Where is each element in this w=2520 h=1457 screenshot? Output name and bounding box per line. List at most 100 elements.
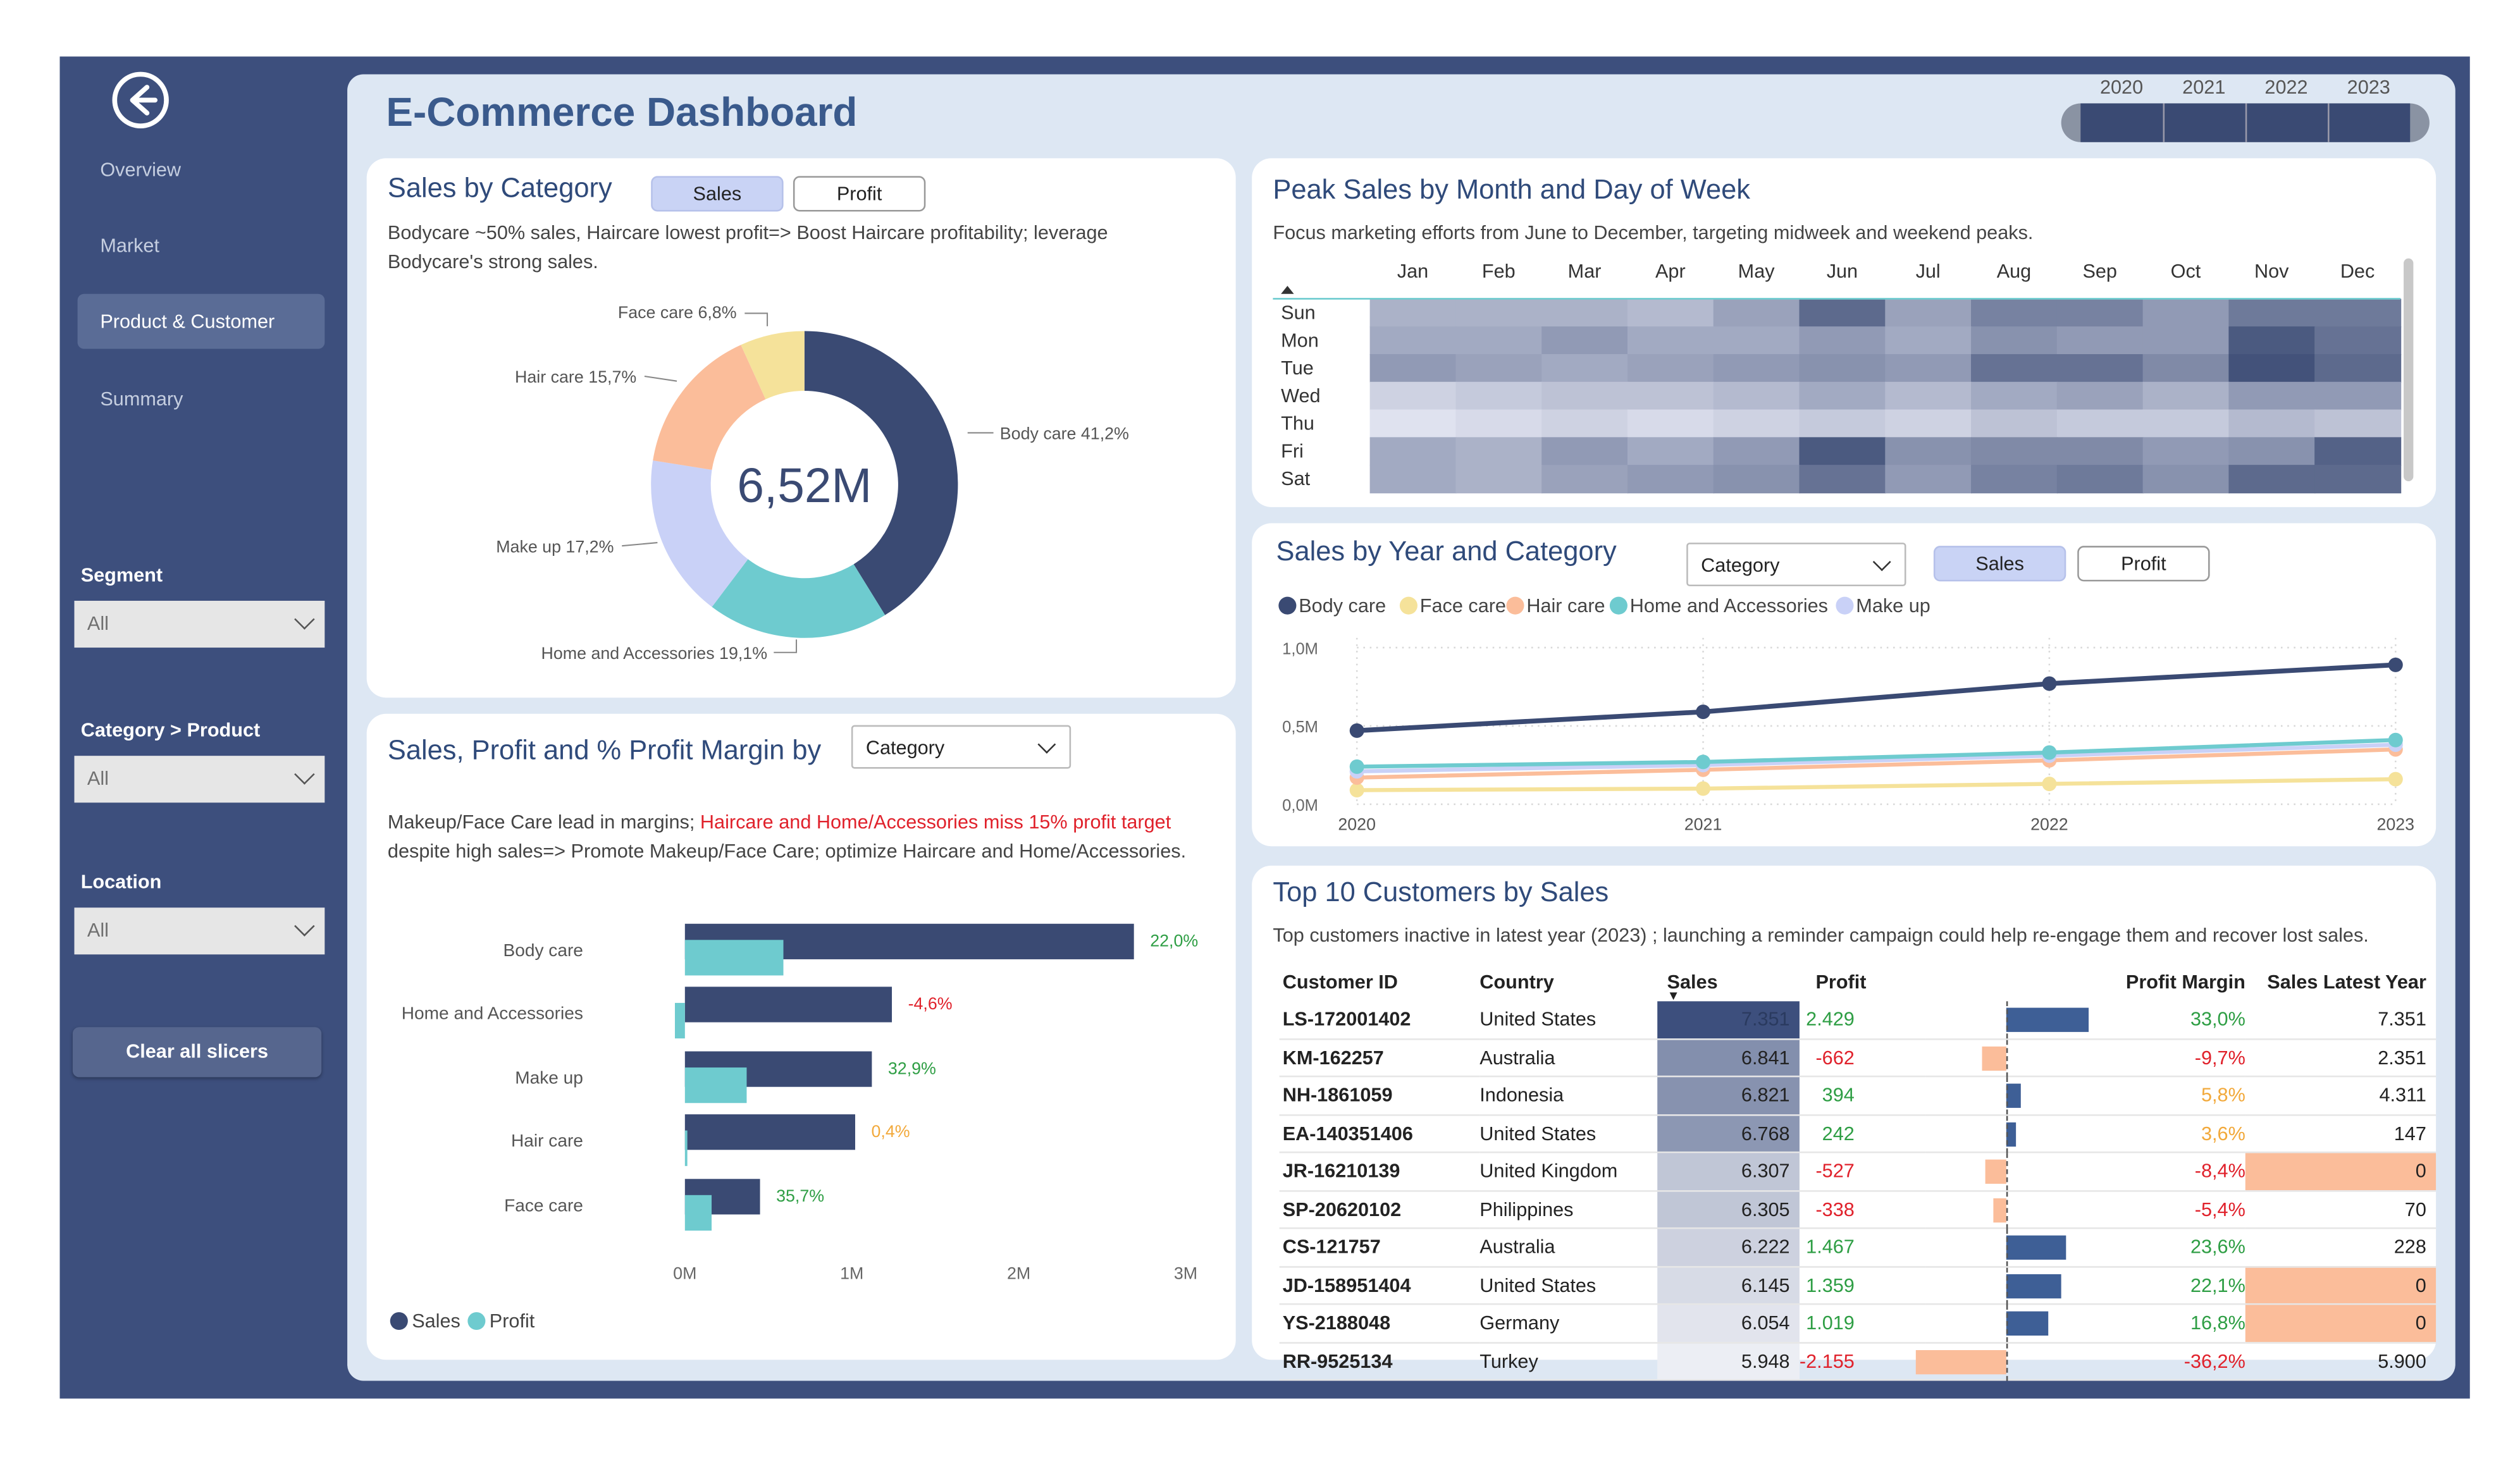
table-row[interactable]: KM-162257 Australia 6.841 -662 -9,7% 2.351 [1279,1038,2437,1077]
heatmap-day-label: Wed [1281,385,1320,407]
heatmap-cell [1541,437,1629,466]
profit-bar [684,1067,747,1104]
cell-sales-latest-year: 0 [2245,1266,2437,1305]
heatmap-cell [1885,409,1972,438]
heatmap-cell [2314,326,2402,355]
heatmap-cell [1369,354,1457,383]
cell-sales-latest-year: 70 [2404,1198,2426,1221]
cell-margin-bar [1925,1152,2087,1191]
margin-bar [1985,1159,2006,1184]
heatmap-day-label: Thu [1281,413,1314,434]
heatmap-cell [1799,437,1886,466]
heatmap-cell [1541,409,1629,438]
cell-profit: -2.155 [1799,1349,1855,1373]
table-row[interactable]: LS-172001402 United States 7.351 2.429 33,0%… [1279,1001,2437,1039]
cell-country: Indonesia [1479,1084,1564,1107]
heatmap-cell [1713,326,1800,355]
cell-customer-id: KM-162257 [1282,1046,1384,1069]
heatmap-cell [1627,409,1715,438]
line-legend-marker [1836,596,1854,615]
location-slicer[interactable]: All [74,907,325,955]
line-point [1349,723,1364,738]
table-row[interactable]: EA-140351406 United States 6.768 242 3,6% 147 [1279,1114,2437,1153]
line-legend-label: Body care [1299,595,1386,617]
cell-profit-margin: 16,8% [2190,1312,2245,1335]
table-row[interactable]: JR-16210139 United Kingdom 6.307 -527 -8,4% 0 [1279,1152,2437,1191]
top-customers-table: Customer ID Country Sales ▼ Profit Profit… [1279,962,2437,1380]
bar-category-label: Home and Accessories [402,1003,583,1023]
clear-slicers-button[interactable]: Clear all slicers [72,1027,322,1078]
category-product-slicer[interactable]: All [74,756,325,803]
col-sales[interactable]: Sales ▼ [1657,962,1800,1003]
col-profit[interactable]: Profit [1800,962,1925,1001]
profit-bar [684,1130,688,1166]
nav-summary[interactable]: Summary [78,371,325,426]
col-country[interactable]: Country [1479,962,1657,1001]
margin-axis [2006,1039,2008,1077]
heatmap-cell [1799,465,1886,494]
table-row[interactable]: NH-1861059 Indonesia 6.821 394 5,8% 4.311 [1279,1076,2437,1115]
heatmap-cell [2142,326,2230,355]
cell-sales-latest-year: 228 [2393,1236,2426,1259]
year-slider[interactable]: 2020 2021 2022 2023 [2061,71,2430,145]
segment-slicer[interactable]: All [74,601,325,648]
heatmap-cell [2056,298,2144,328]
heatmap-cell [2228,326,2316,355]
col-customer-id[interactable]: Customer ID [1280,962,1480,1001]
heatmap-cell [1541,381,1629,410]
year-label-2023: 2023 [2347,76,2390,99]
col-profit-margin[interactable]: Profit Margin [2087,962,2245,1001]
y-tick-label: 1,0M [1282,640,1318,658]
margin-bar [2006,1273,2062,1298]
heatmap-cell [1799,381,1886,410]
line-point [2388,772,2403,787]
cell-profit: 2.429 [1806,1008,1855,1031]
chevron-down-icon [294,764,315,785]
legend-profit-marker [467,1312,486,1331]
cell-margin-bar [1925,1190,2087,1229]
table-row[interactable]: YS-2188048 Germany 6.054 1.019 16,8% 0 [1279,1304,2437,1343]
line-legend-marker [1506,596,1524,615]
bar-category-label: Body care [503,940,583,960]
x-tick-label: 2021 [1684,815,1722,834]
heatmap-cell [2314,354,2402,383]
table-row[interactable]: RR-9525134 Turkey 5.948 -2.155 -36,2% 5.900 [1279,1342,2437,1380]
heatmap-cell [1541,465,1629,494]
chevron-down-icon [294,916,315,937]
back-button[interactable] [110,70,171,131]
margin-bar [1992,1197,2006,1222]
heatmap-cell [2314,381,2402,410]
table-row[interactable]: CS-121757 Australia 6.222 1.467 23,6% 228 [1279,1228,2437,1267]
cell-profit: 1.019 [1806,1312,1855,1335]
year-label-2021: 2021 [2182,76,2226,99]
cell-sales-latest-year: 0 [2245,1152,2437,1191]
margin-data-label: 0,4% [872,1122,910,1141]
table-row[interactable]: JD-158951404 United States 6.145 1.359 22,1%… [1279,1266,2437,1305]
margin-axis [2006,1001,2008,1039]
heatmap-cell [2314,409,2402,438]
col-sales-latest-year[interactable]: Sales Latest Year [2245,962,2436,1001]
heatmap-cell [1713,298,1800,328]
line-series-body-care [1356,662,2396,734]
bar-category-label: Make up [515,1068,583,1088]
heatmap-cell [1627,465,1715,494]
sort-asc-icon [1281,286,1294,294]
cell-margin-bar [1925,1304,2087,1343]
line-point [1349,783,1364,797]
heatmap-day-label: Tue [1281,357,1314,379]
cell-country: Australia [1479,1046,1555,1069]
heatmap-month-label: Feb [1482,261,1516,282]
nav-overview[interactable]: Overview [78,142,325,197]
line-legend-marker [1399,596,1418,615]
heatmap-month-label: May [1738,261,1776,282]
segment-label: Segment [80,563,163,587]
nav-product-customer[interactable]: Product & Customer [77,293,325,349]
heatmap-month-label: Nov [2254,261,2289,282]
heatmap-day-label: Sat [1281,468,1310,489]
cell-sales: 5.948 [1657,1342,1800,1380]
donut-slice-label: Body care 41,2% [1000,424,1129,443]
nav-market[interactable]: Market [78,218,325,273]
cell-sales-latest-year: 4.311 [2379,1084,2426,1107]
heatmap-cell [1455,465,1543,494]
table-row[interactable]: SP-20620102 Philippines 6.305 -338 -5,4% 70 [1279,1190,2437,1229]
